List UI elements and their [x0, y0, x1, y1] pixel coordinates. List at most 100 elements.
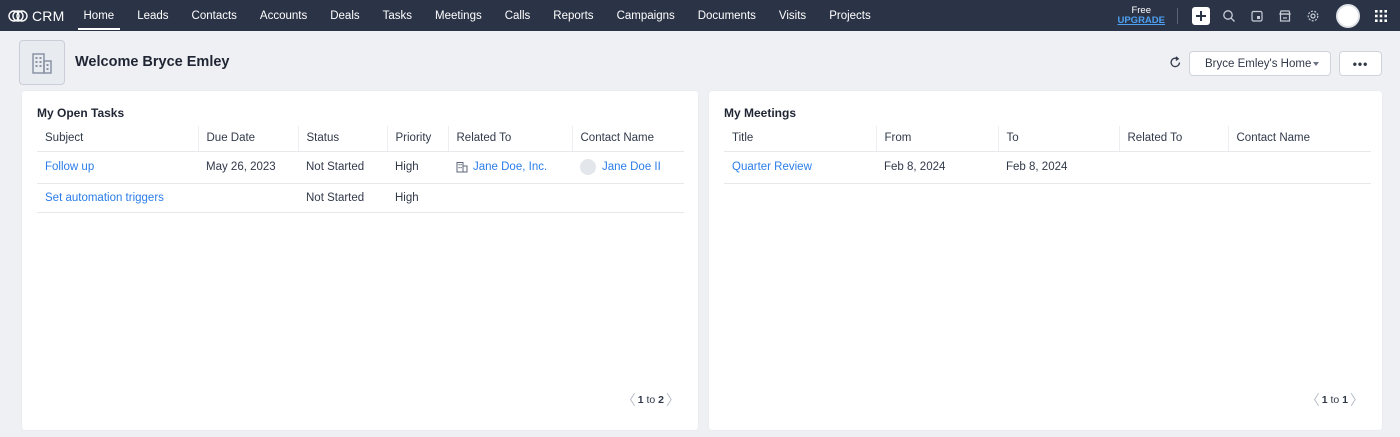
- tab-label: Deals: [330, 9, 360, 22]
- column-header[interactable]: Related To: [1119, 126, 1229, 152]
- settings-button[interactable]: [1304, 7, 1322, 25]
- task-due-date: May 26, 2023: [198, 151, 298, 184]
- create-button[interactable]: [1192, 6, 1210, 25]
- profile-avatar[interactable]: [1336, 3, 1360, 28]
- tab-projects[interactable]: Projects: [818, 0, 883, 31]
- chevron-right-icon[interactable]: 〉: [666, 393, 680, 407]
- meeting-title-link[interactable]: Quarter Review: [724, 151, 876, 184]
- search-button[interactable]: [1220, 7, 1238, 25]
- home-view-label: Bryce Emley's Home: [1205, 57, 1312, 70]
- meetings-pager: 〈 1 to 1 〉: [1306, 393, 1364, 407]
- meetings-panel: My Meetings Title From To Related To Con…: [709, 91, 1382, 430]
- crm-logo[interactable]: CRM: [0, 0, 72, 31]
- column-header[interactable]: Contact Name: [1228, 126, 1371, 152]
- tab-meetings[interactable]: Meetings: [424, 0, 494, 31]
- tab-home[interactable]: Home: [72, 0, 126, 31]
- chevron-left-icon[interactable]: 〈: [622, 393, 636, 407]
- chevron-right-icon[interactable]: 〉: [1350, 393, 1364, 407]
- table-row: Set automation triggers Not Started High: [37, 183, 684, 213]
- column-header[interactable]: From: [876, 126, 999, 152]
- task-contact: Jane Doe II: [572, 151, 684, 184]
- pager-text: 1 to 1: [1322, 394, 1348, 406]
- topbar-actions: Free UPGRADE: [1117, 0, 1400, 31]
- home-view-select[interactable]: Bryce Emley's Home: [1189, 51, 1331, 76]
- column-header[interactable]: To: [998, 126, 1120, 152]
- search-icon: [1223, 9, 1235, 22]
- panel-title: My Meetings: [724, 106, 797, 120]
- task-related-to: Jane Doe, Inc.: [448, 151, 572, 184]
- contact-avatar: [580, 159, 596, 175]
- tab-label: Campaigns: [616, 9, 675, 22]
- tab-tasks[interactable]: Tasks: [371, 0, 423, 31]
- pager-from: 1: [637, 394, 644, 406]
- column-header[interactable]: Status: [298, 126, 388, 152]
- top-nav-bar: CRM Home Leads Contacts Accounts Deals T…: [0, 0, 1400, 31]
- welcome-heading: Welcome Bryce Emley: [75, 54, 230, 70]
- open-tasks-panel: My Open Tasks Subject Due Date Status Pr…: [22, 91, 698, 430]
- tab-calls[interactable]: Calls: [493, 0, 542, 31]
- calendar-icon: [1251, 10, 1263, 22]
- tab-label: Calls: [504, 9, 531, 22]
- tasks-pager: 〈 1 to 2 〉: [622, 393, 680, 407]
- org-avatar[interactable]: [19, 40, 65, 85]
- upgrade-link[interactable]: UPGRADE: [1117, 15, 1165, 26]
- apps-button[interactable]: [1372, 7, 1390, 25]
- pager-to-label: to: [1330, 394, 1340, 406]
- tab-label: Contacts: [191, 9, 237, 22]
- task-status: Not Started: [298, 151, 387, 184]
- tab-label: Documents: [697, 9, 756, 22]
- related-account-link[interactable]: Jane Doe, Inc.: [473, 161, 547, 173]
- more-options-button[interactable]: •••: [1339, 51, 1382, 76]
- task-status: Not Started: [298, 183, 387, 213]
- marketplace-icon: [1279, 9, 1291, 22]
- table-header-row: Title From To Related To Contact Name: [724, 126, 1371, 152]
- tab-label: Visits: [778, 9, 807, 22]
- tab-visits[interactable]: Visits: [767, 0, 817, 31]
- pager-to-label: to: [646, 394, 656, 406]
- table-header-row: Subject Due Date Status Priority Related…: [37, 126, 684, 152]
- task-contact: [572, 183, 684, 213]
- contact-link[interactable]: Jane Doe II: [602, 161, 661, 173]
- column-header[interactable]: Title: [724, 126, 877, 152]
- plan-label: Free: [1131, 4, 1152, 16]
- tab-accounts[interactable]: Accounts: [248, 0, 318, 31]
- task-due-date: [198, 183, 298, 213]
- column-header[interactable]: Subject: [37, 126, 199, 152]
- refresh-icon: [1170, 56, 1181, 68]
- column-header[interactable]: Contact Name: [572, 126, 684, 152]
- tab-label: Leads: [137, 9, 169, 22]
- tab-leads[interactable]: Leads: [126, 0, 180, 31]
- tab-reports[interactable]: Reports: [542, 0, 605, 31]
- meeting-related-to: [1119, 151, 1228, 184]
- tab-contacts[interactable]: Contacts: [180, 0, 248, 31]
- column-header[interactable]: Priority: [387, 126, 449, 152]
- task-subject-link[interactable]: Set automation triggers: [37, 183, 198, 213]
- refresh-button[interactable]: [1168, 55, 1183, 73]
- apps-grid-icon: [1375, 9, 1387, 22]
- app-name: CRM: [32, 7, 65, 24]
- plus-icon: [1196, 10, 1206, 21]
- calendar-button[interactable]: [1248, 7, 1266, 25]
- tab-deals[interactable]: Deals: [319, 0, 371, 31]
- pager-to: 1: [1342, 394, 1348, 406]
- task-priority: High: [387, 151, 448, 184]
- tab-campaigns[interactable]: Campaigns: [605, 0, 686, 31]
- table-row: Quarter Review Feb 8, 2024 Feb 8, 2024: [724, 151, 1371, 184]
- column-header[interactable]: Related To: [448, 126, 573, 152]
- marketplace-button[interactable]: [1276, 7, 1294, 25]
- chevron-down-icon: [1313, 62, 1319, 66]
- upgrade-box: Free UPGRADE: [1117, 4, 1165, 26]
- meeting-from: Feb 8, 2024: [876, 151, 998, 184]
- pager-text: 1 to 2: [638, 394, 664, 406]
- table-row: Follow up May 26, 2023 Not Started High …: [37, 151, 684, 184]
- meeting-contact: [1228, 151, 1371, 184]
- tab-documents[interactable]: Documents: [686, 0, 767, 31]
- tab-label: Home: [83, 9, 115, 22]
- task-subject-link[interactable]: Follow up: [37, 151, 198, 184]
- crm-logo-icon: [8, 9, 28, 22]
- column-header[interactable]: Due Date: [198, 126, 299, 152]
- tab-label: Projects: [829, 9, 871, 22]
- tab-label: Accounts: [259, 9, 308, 22]
- account-icon: [456, 162, 468, 173]
- chevron-left-icon[interactable]: 〈: [1306, 393, 1320, 407]
